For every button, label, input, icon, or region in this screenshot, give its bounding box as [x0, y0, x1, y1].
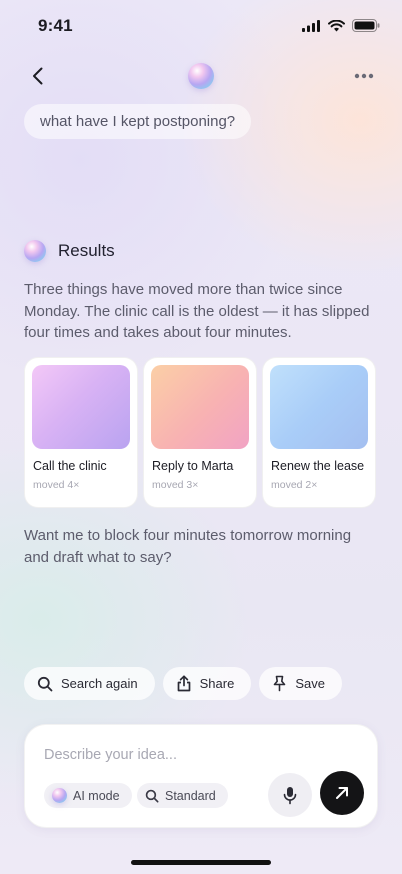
microphone-button[interactable] [268, 773, 312, 817]
ellipsis-icon [354, 73, 374, 79]
card-thumbnail [151, 365, 249, 449]
ai-mode-label: AI mode [73, 788, 120, 803]
ai-mode-toggle[interactable]: AI mode [44, 783, 132, 808]
card-subtitle: moved 2× [271, 479, 318, 491]
share-icon [177, 675, 190, 692]
wifi-icon [328, 19, 345, 31]
standard-mode-label: Standard [165, 788, 216, 803]
standard-mode-toggle[interactable]: Standard [137, 783, 228, 808]
card-thumbnail [32, 365, 130, 449]
card-thumbnail [270, 365, 368, 449]
search-icon [145, 789, 159, 803]
share-label: Share [199, 676, 235, 691]
top-nav [0, 58, 402, 94]
pin-icon [274, 675, 286, 692]
cellular-signal-icon [302, 19, 320, 32]
save-button[interactable]: Save [259, 667, 342, 700]
assistant-orb-icon [24, 240, 46, 262]
search-again-label: Search again [61, 676, 138, 691]
assistant-orb-icon [188, 63, 214, 89]
card-title: Reply to Marta [152, 459, 234, 473]
status-time: 9:41 [38, 16, 73, 35]
result-card[interactable]: Renew the lease moved 2× [262, 357, 376, 508]
share-button[interactable]: Share [162, 667, 252, 700]
idea-input[interactable] [44, 745, 274, 765]
action-row: Search again Share Save [24, 667, 342, 700]
ai-orb-icon [52, 788, 67, 803]
microphone-icon [283, 786, 297, 804]
send-button[interactable] [320, 771, 364, 815]
followup-question: Want me to block four minutes tomorrow m… [24, 527, 352, 566]
card-subtitle: moved 3× [152, 479, 199, 491]
card-subtitle: moved 4× [33, 479, 80, 491]
save-label: Save [295, 676, 325, 691]
search-icon [37, 676, 53, 691]
user-query-bubble: what have I kept postponing? [24, 104, 252, 139]
results-summary: Three things have moved more than twice … [24, 281, 370, 341]
search-again-button[interactable]: Search again [24, 667, 155, 700]
card-title: Renew the lease [271, 459, 365, 473]
arrow-up-right-icon [336, 787, 348, 799]
status-bar: 9:41 [0, 0, 402, 54]
results-cards: Call the clinic moved 4× Reply to Marta … [24, 357, 376, 508]
results-header: Results [24, 240, 115, 262]
result-card[interactable]: Reply to Marta moved 3× [143, 357, 257, 508]
chevron-left-icon [33, 67, 43, 85]
status-icons [302, 19, 380, 32]
home-indicator [131, 860, 271, 865]
card-title: Call the clinic [33, 459, 107, 473]
results-title: Results [58, 241, 115, 260]
back-button[interactable] [24, 62, 52, 90]
more-button[interactable] [350, 62, 378, 90]
battery-icon [352, 19, 380, 32]
result-card[interactable]: Call the clinic moved 4× [24, 357, 138, 508]
composer: AI mode Standard [24, 724, 378, 828]
